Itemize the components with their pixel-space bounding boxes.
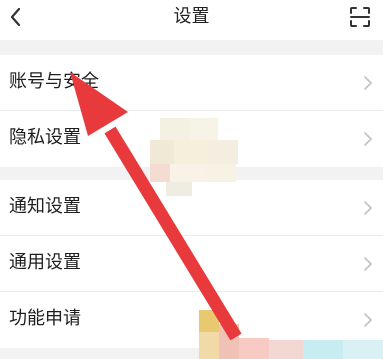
settings-item-general[interactable]: 通用设置 (0, 236, 383, 292)
settings-item-notifications[interactable]: 通知设置 (0, 180, 383, 236)
settings-item-label: 通用设置 (9, 252, 81, 273)
settings-item-feature-request[interactable]: 功能申请 (0, 292, 383, 348)
settings-item-label: 账号与安全 (9, 71, 99, 92)
settings-item-label: 通知设置 (9, 196, 81, 217)
settings-item-privacy[interactable]: 隐私设置 (0, 111, 383, 167)
chevron-right-icon (364, 313, 372, 327)
settings-group-general: 通知设置 通用设置 功能申请 (0, 180, 383, 348)
chevron-right-icon (364, 76, 372, 90)
chevron-right-icon (364, 257, 372, 271)
settings-item-label: 功能申请 (9, 308, 81, 329)
scan-icon (350, 7, 370, 27)
top-bar: 设置 (0, 0, 383, 40)
chevron-right-icon (364, 201, 372, 215)
settings-item-label: 隐私设置 (9, 127, 81, 148)
settings-item-account-security[interactable]: 账号与安全 (0, 55, 383, 111)
settings-group-account: 账号与安全 隐私设置 (0, 55, 383, 167)
page-title: 设置 (173, 6, 210, 27)
scan-button[interactable] (349, 6, 371, 28)
chevron-right-icon (364, 132, 372, 146)
